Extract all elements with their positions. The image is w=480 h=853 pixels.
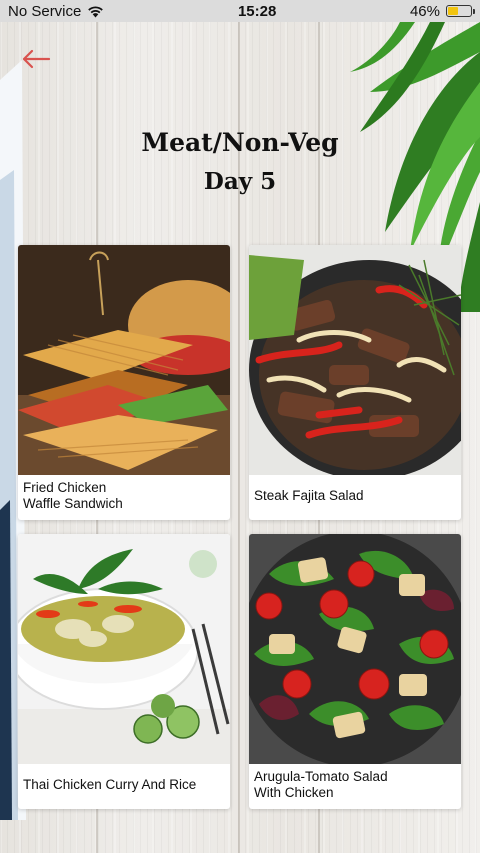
status-right: 46%: [409, 2, 475, 20]
recipe-title: Thai Chicken Curry And Rice: [23, 777, 197, 792]
battery-icon: [445, 5, 475, 17]
page-subtitle: Day 5: [203, 168, 277, 195]
status-left: No Service: [8, 3, 104, 20]
back-button[interactable]: [16, 44, 56, 74]
recipe-card-arugula-tomato-salad[interactable]: Arugula-Tomato Salad With Chicken: [249, 534, 461, 809]
recipe-title: Fried Chicken Waffle Sandwich: [23, 480, 123, 511]
recipe-photo-thai-curry: [18, 534, 230, 764]
recipe-photo-arugula-salad: [249, 534, 461, 764]
wifi-icon: [88, 5, 104, 17]
recipe-photo-waffle-sandwich: [18, 245, 230, 475]
carrier-label: No Service: [8, 2, 82, 20]
arrow-left-icon: [22, 49, 51, 69]
recipe-card-thai-chicken-curry[interactable]: Thai Chicken Curry And Rice: [18, 534, 230, 809]
battery-percent: 46%: [409, 2, 440, 20]
recipe-card-fried-chicken-waffle[interactable]: Fried Chicken Waffle Sandwich: [18, 245, 230, 520]
battery-level: [447, 7, 459, 15]
recipe-photo-steak-fajita: [249, 245, 461, 475]
clock: 15:28: [237, 2, 277, 20]
recipe-title: Arugula-Tomato Salad With Chicken: [254, 769, 388, 800]
recipe-card-steak-fajita-salad[interactable]: Steak Fajita Salad: [249, 245, 461, 520]
recipe-title: Steak Fajita Salad: [254, 488, 364, 503]
page-title: Meat/Non-Veg: [141, 128, 339, 157]
status-bar: No Service 15:28 46%: [0, 0, 480, 22]
